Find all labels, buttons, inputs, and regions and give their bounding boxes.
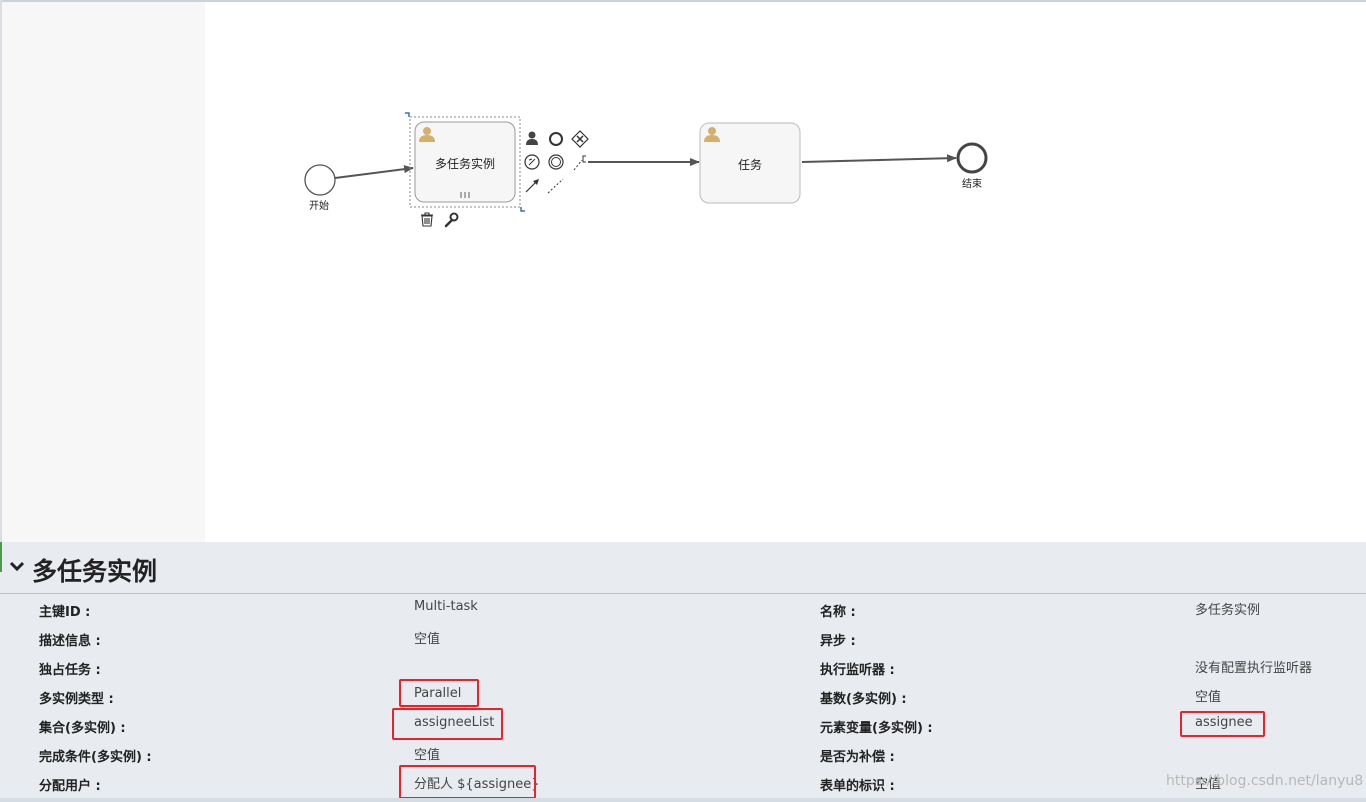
delete-icon[interactable] bbox=[421, 212, 433, 227]
add-intermediate-event-icon[interactable] bbox=[524, 154, 540, 170]
property-label: 表单的标识 : bbox=[820, 779, 895, 794]
property-label: 描述信息 : bbox=[39, 634, 101, 649]
property-label: 名称 : bbox=[820, 605, 856, 620]
highlight-box-collection bbox=[392, 708, 503, 740]
task-regular-label: 任务 bbox=[737, 158, 763, 172]
property-value-description[interactable]: 空值 bbox=[414, 628, 440, 647]
property-label: 异步 : bbox=[820, 634, 856, 649]
property-row-completion-condition: 完成条件(多实例) : 空值 是否为补偿 : bbox=[0, 740, 1366, 769]
property-row-multi-instance-type: 多实例类型 : Parallel 基数(多实例) : 空值 bbox=[0, 682, 1366, 711]
end-event[interactable] bbox=[956, 142, 988, 174]
property-value-name[interactable]: 多任务实例 bbox=[1195, 599, 1260, 618]
property-row-assignment: 分配用户 : 分配人 ${assignee} 表单的标识 : 空值 bbox=[0, 769, 1366, 798]
highlight-box-assignment bbox=[399, 765, 536, 799]
property-value-completion-condition[interactable]: 空值 bbox=[414, 744, 440, 763]
task-multi-instance-label: 多任务实例 bbox=[434, 157, 496, 171]
property-label: 多实例类型 : bbox=[39, 692, 114, 707]
flow-task2-to-end[interactable] bbox=[801, 154, 957, 163]
properties-header[interactable]: 多任务实例 bbox=[0, 542, 1366, 594]
property-label: 主键ID : bbox=[39, 605, 91, 620]
chevron-down-icon[interactable] bbox=[10, 561, 24, 571]
end-event-label: 结束 bbox=[962, 179, 982, 190]
wrench-icon[interactable] bbox=[444, 212, 459, 228]
property-label: 分配用户 : bbox=[39, 779, 101, 794]
connect-flow-icon[interactable] bbox=[525, 179, 539, 193]
add-end-event-icon[interactable] bbox=[549, 132, 563, 146]
add-boundary-event-icon[interactable] bbox=[548, 154, 564, 170]
properties-panel: 多任务实例 主键ID : Multi-task 名称 : 多任务实例 描述信息 … bbox=[0, 542, 1366, 802]
property-label: 完成条件(多实例) : bbox=[39, 750, 152, 765]
property-label: 基数(多实例) : bbox=[820, 692, 907, 707]
highlight-box-multi-instance-type bbox=[399, 679, 479, 707]
property-label: 执行监听器 : bbox=[820, 663, 895, 678]
add-annotation-icon[interactable] bbox=[573, 155, 586, 171]
property-label: 元素变量(多实例) : bbox=[820, 721, 933, 736]
property-row-exclusive: 独占任务 : 执行监听器 : 没有配置执行监听器 bbox=[0, 653, 1366, 682]
resize-handle-bottomright[interactable] bbox=[520, 207, 525, 212]
start-event-label: 开始 bbox=[309, 201, 329, 212]
shape-palette[interactable] bbox=[2, 2, 205, 542]
connect-association-icon[interactable] bbox=[547, 178, 564, 194]
diagram-canvas[interactable]: 开始 多任务实例 任务 结束 bbox=[205, 2, 1366, 542]
properties-title: 多任务实例 bbox=[32, 557, 158, 586]
property-value-id[interactable]: Multi-task bbox=[414, 599, 478, 614]
property-label: 是否为补偿 : bbox=[820, 750, 895, 765]
property-row-description: 描述信息 : 空值 异步 : bbox=[0, 624, 1366, 653]
property-row-id: 主键ID : Multi-task 名称 : 多任务实例 bbox=[0, 595, 1366, 624]
property-label: 集合(多实例) : bbox=[39, 721, 126, 736]
highlight-box-element-variable bbox=[1180, 711, 1265, 737]
start-event[interactable] bbox=[304, 164, 336, 196]
flow-start-to-task1[interactable] bbox=[334, 165, 414, 179]
property-label: 独占任务 : bbox=[39, 663, 101, 678]
property-value-cardinality[interactable]: 空值 bbox=[1195, 686, 1221, 705]
add-user-task-icon[interactable] bbox=[526, 131, 538, 146]
add-gateway-icon[interactable] bbox=[571, 130, 589, 148]
property-value-execution-listeners[interactable]: 没有配置执行监听器 bbox=[1195, 657, 1312, 676]
property-row-collection: 集合(多实例) : assigneeList 元素变量(多实例) : assig… bbox=[0, 711, 1366, 740]
resize-handle-topleft[interactable] bbox=[405, 112, 410, 117]
bottom-scrollbar[interactable] bbox=[0, 798, 1366, 802]
bpmn-diagram[interactable] bbox=[205, 2, 1366, 542]
watermark: https://blog.csdn.net/lanyu8 bbox=[1166, 773, 1364, 789]
